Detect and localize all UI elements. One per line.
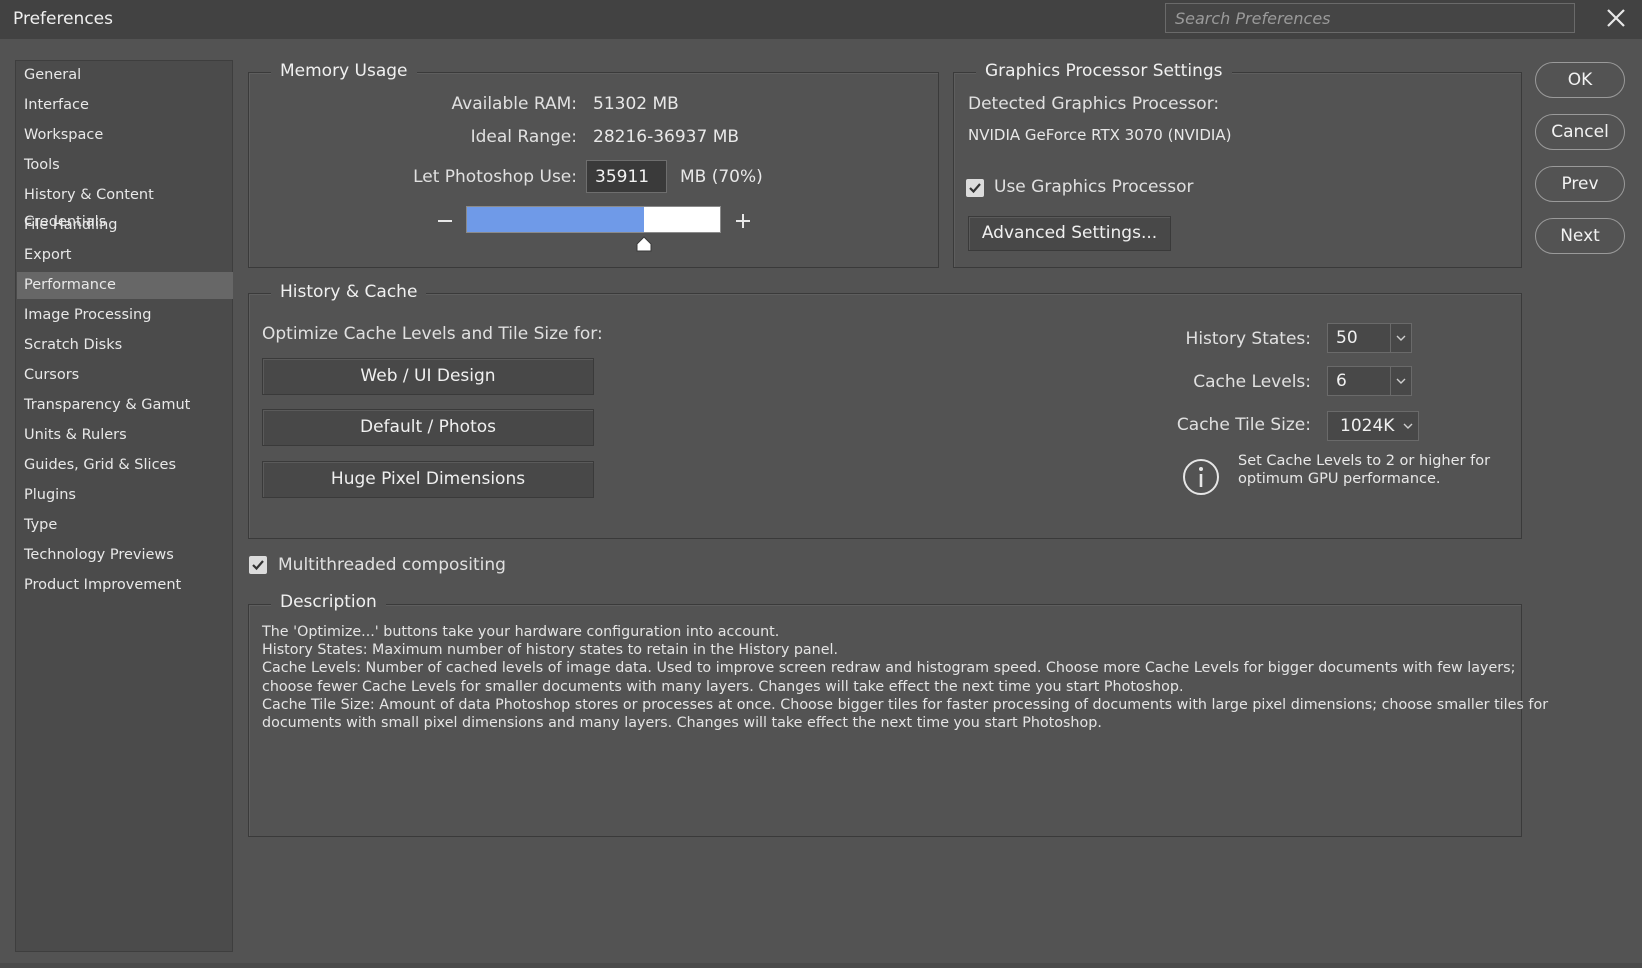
sidebar-item[interactable]: Scratch Disks xyxy=(17,332,233,359)
window-title: Preferences xyxy=(13,9,113,29)
info-icon xyxy=(1181,457,1221,497)
memory-slider-thumb[interactable] xyxy=(636,236,652,252)
huge-pixel-dimensions-button[interactable]: Huge Pixel Dimensions xyxy=(262,461,594,498)
history-cache-legend: History & Cache xyxy=(271,282,427,302)
close-icon xyxy=(1607,9,1625,27)
description-line: choose fewer Cache Levels for smaller do… xyxy=(262,678,1184,695)
gpu-tip-line1: Set Cache Levels to 2 or higher for xyxy=(1238,453,1491,469)
gpu-tip-line2: optimum GPU performance. xyxy=(1238,471,1441,487)
cache-levels-label: Cache Levels: xyxy=(1193,372,1311,392)
optimize-label: Optimize Cache Levels and Tile Size for: xyxy=(262,324,603,344)
default-photos-button[interactable]: Default / Photos xyxy=(262,409,594,446)
cache-tile-size-select[interactable]: 1024K xyxy=(1327,411,1419,441)
sidebar-item[interactable]: General xyxy=(17,62,233,89)
sidebar: General Interface Workspace Tools History & … xyxy=(15,60,233,952)
search-input[interactable] xyxy=(1165,3,1575,33)
cache-tile-size-label: Cache Tile Size: xyxy=(1176,415,1311,435)
use-gpu-label: Use Graphics Processor xyxy=(994,177,1194,197)
web-ui-design-button[interactable]: Web / UI Design xyxy=(262,358,594,395)
sidebar-item[interactable]: Plugins xyxy=(17,482,233,509)
detected-gpu-label: Detected Graphics Processor: xyxy=(968,94,1220,114)
description-line: Cache Levels: Number of cached levels of… xyxy=(262,660,1516,677)
sidebar-item[interactable]: Image Processing xyxy=(17,302,233,329)
description-line: Cache Tile Size: Amount of data Photosho… xyxy=(262,696,1549,713)
chevron-down-icon xyxy=(1403,423,1413,429)
cache-levels-value: 6 xyxy=(1336,371,1347,391)
chevron-down-icon xyxy=(1396,335,1406,341)
description-line: documents with small pixel dimensions an… xyxy=(262,715,1102,732)
cancel-button[interactable]: Cancel xyxy=(1535,114,1625,150)
sidebar-item[interactable]: Tools xyxy=(17,152,233,179)
sidebar-item[interactable]: Guides, Grid & Slices xyxy=(17,452,233,479)
checkmark-icon xyxy=(252,560,264,571)
cache-tile-size-value: 1024K xyxy=(1340,416,1395,436)
prev-button[interactable]: Prev xyxy=(1535,166,1625,202)
multithreaded-checkbox[interactable] xyxy=(249,556,267,574)
sidebar-item[interactable]: Transparency & Gamut xyxy=(17,392,233,419)
sidebar-item[interactable]: Units & Rulers xyxy=(17,422,233,449)
sidebar-item[interactable]: Cursors xyxy=(17,362,233,389)
plus-icon xyxy=(736,214,750,228)
let-photoshop-use-input[interactable] xyxy=(586,160,667,193)
description-line: The 'Optimize...' buttons take your hard… xyxy=(262,624,780,640)
minus-icon xyxy=(438,220,452,222)
description-text: The 'Optimize...' buttons take your hard… xyxy=(262,623,1549,732)
checkmark-icon xyxy=(969,183,981,194)
sidebar-item[interactable]: File Handling xyxy=(17,212,233,239)
sidebar-item[interactable]: Performance xyxy=(17,272,233,299)
description-legend: Description xyxy=(271,592,386,612)
cache-levels-select[interactable]: 6 xyxy=(1327,366,1412,396)
sidebar-item[interactable]: Workspace xyxy=(17,122,233,149)
bottom-border xyxy=(0,963,1642,968)
memory-slider-fill xyxy=(467,207,644,232)
ok-button[interactable]: OK xyxy=(1535,62,1625,98)
sidebar-item[interactable]: History & Content Credentials xyxy=(17,182,233,230)
chevron-down-icon xyxy=(1396,378,1406,384)
available-ram-label: Available RAM: xyxy=(451,94,578,114)
history-states-select[interactable]: 50 xyxy=(1327,323,1412,353)
next-button[interactable]: Next xyxy=(1535,218,1625,254)
available-ram-value: 51302 MB xyxy=(593,94,679,114)
sidebar-item[interactable]: Technology Previews xyxy=(17,542,233,569)
memory-increase-button[interactable] xyxy=(733,210,753,232)
history-states-label: History States: xyxy=(1185,329,1311,349)
sidebar-item[interactable]: Product Improvement xyxy=(17,572,233,599)
ideal-range-value: 28216-36937 MB xyxy=(593,127,740,147)
advanced-settings-button[interactable]: Advanced Settings... xyxy=(968,216,1171,251)
sidebar-item[interactable]: Export xyxy=(17,242,233,269)
description-line: History States: Maximum number of histor… xyxy=(262,642,839,659)
ideal-range-label: Ideal Range: xyxy=(470,127,577,147)
use-gpu-checkbox[interactable] xyxy=(966,179,984,197)
sidebar-item[interactable]: Type xyxy=(17,512,233,539)
memory-usage-legend: Memory Usage xyxy=(271,61,417,81)
memory-decrease-button[interactable] xyxy=(436,210,454,232)
sidebar-item[interactable]: Interface xyxy=(17,92,233,119)
history-states-value: 50 xyxy=(1336,328,1358,348)
detected-gpu-value: NVIDIA GeForce RTX 3070 (NVIDIA) xyxy=(968,126,1232,144)
gpu-settings-legend: Graphics Processor Settings xyxy=(976,61,1232,81)
multithreaded-label: Multithreaded compositing xyxy=(278,555,506,575)
memory-slider-track[interactable] xyxy=(466,206,721,233)
memory-unit-label: MB (70%) xyxy=(680,167,763,187)
let-photoshop-use-label: Let Photoshop Use: xyxy=(413,167,577,187)
close-button[interactable] xyxy=(1603,5,1629,31)
